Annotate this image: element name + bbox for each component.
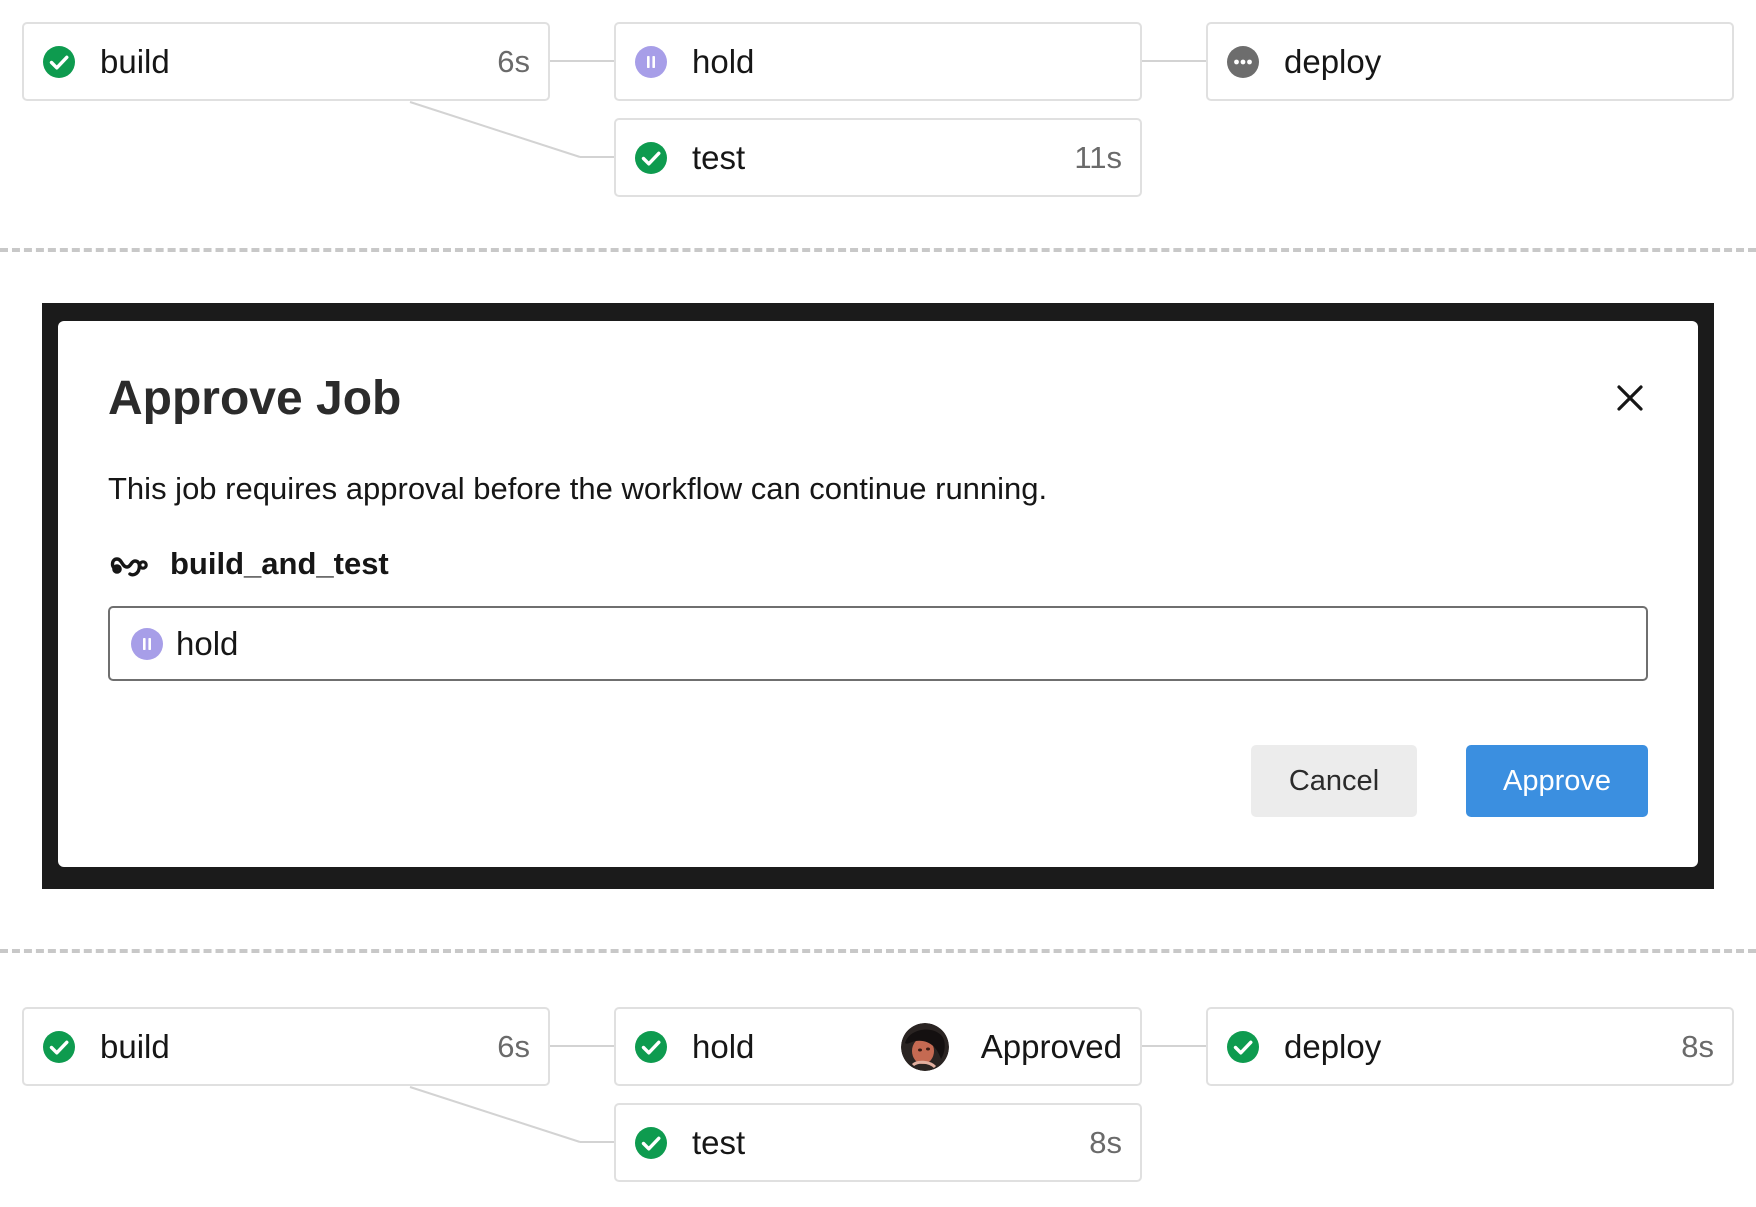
- workflow-name: build_and_test: [170, 546, 389, 581]
- job-build[interactable]: build 6s: [22, 1007, 550, 1086]
- approval-status: Approved: [900, 1022, 1122, 1071]
- cancel-button[interactable]: Cancel: [1251, 745, 1417, 817]
- workflow-label: build_and_test: [108, 546, 389, 582]
- pause-circle-icon: [634, 45, 668, 79]
- job-build[interactable]: build 6s: [22, 22, 550, 101]
- approve-button[interactable]: Approve: [1466, 745, 1648, 817]
- avatar: [900, 1022, 949, 1071]
- job-duration: 11s: [1074, 139, 1122, 175]
- section-divider: [0, 248, 1756, 252]
- job-deploy[interactable]: deploy 8s: [1206, 1007, 1734, 1086]
- pause-circle-icon: [130, 627, 164, 661]
- check-circle-icon: [42, 45, 76, 79]
- job-test[interactable]: test 11s: [614, 118, 1142, 197]
- approve-job-dialog: Approve Job This job requires approval b…: [58, 321, 1698, 867]
- job-field-value: hold: [176, 624, 239, 662]
- modal-backdrop: Approve Job This job requires approval b…: [42, 303, 1714, 889]
- job-name: deploy: [1284, 1027, 1382, 1065]
- job-duration: 8s: [1681, 1028, 1714, 1064]
- job-select-field[interactable]: hold: [108, 606, 1648, 681]
- job-name: hold: [692, 1027, 755, 1065]
- check-circle-icon: [634, 1126, 668, 1160]
- section-divider: [0, 949, 1756, 953]
- close-icon: [1617, 385, 1643, 411]
- dialog-title: Approve Job: [108, 372, 402, 425]
- dialog-description: This job requires approval before the wo…: [108, 471, 1048, 506]
- job-hold[interactable]: hold Approved: [614, 1007, 1142, 1086]
- workflow-icon: [108, 547, 150, 581]
- job-duration: 6s: [497, 43, 530, 79]
- job-deploy[interactable]: deploy: [1206, 22, 1734, 101]
- job-name: build: [100, 1027, 170, 1065]
- approved-status-text: Approved: [980, 1027, 1122, 1065]
- job-name: test: [692, 138, 746, 176]
- job-duration: 8s: [1089, 1124, 1122, 1160]
- pipeline-before-approval: build 6s hold deploy test 11s: [0, 0, 1756, 200]
- job-name: build: [100, 42, 170, 80]
- pipeline-after-approval: build 6s hold Approved deploy 8s test 8s: [0, 985, 1756, 1185]
- check-circle-icon: [1226, 1030, 1260, 1064]
- job-name: deploy: [1284, 42, 1382, 80]
- close-button[interactable]: [1608, 376, 1652, 420]
- check-circle-icon: [42, 1030, 76, 1064]
- check-circle-icon: [634, 141, 668, 175]
- more-circle-icon: [1226, 45, 1260, 79]
- check-circle-icon: [634, 1030, 668, 1064]
- job-test[interactable]: test 8s: [614, 1103, 1142, 1182]
- job-name: test: [692, 1123, 746, 1161]
- job-hold[interactable]: hold: [614, 22, 1142, 101]
- job-duration: 6s: [497, 1028, 530, 1064]
- job-name: hold: [692, 42, 755, 80]
